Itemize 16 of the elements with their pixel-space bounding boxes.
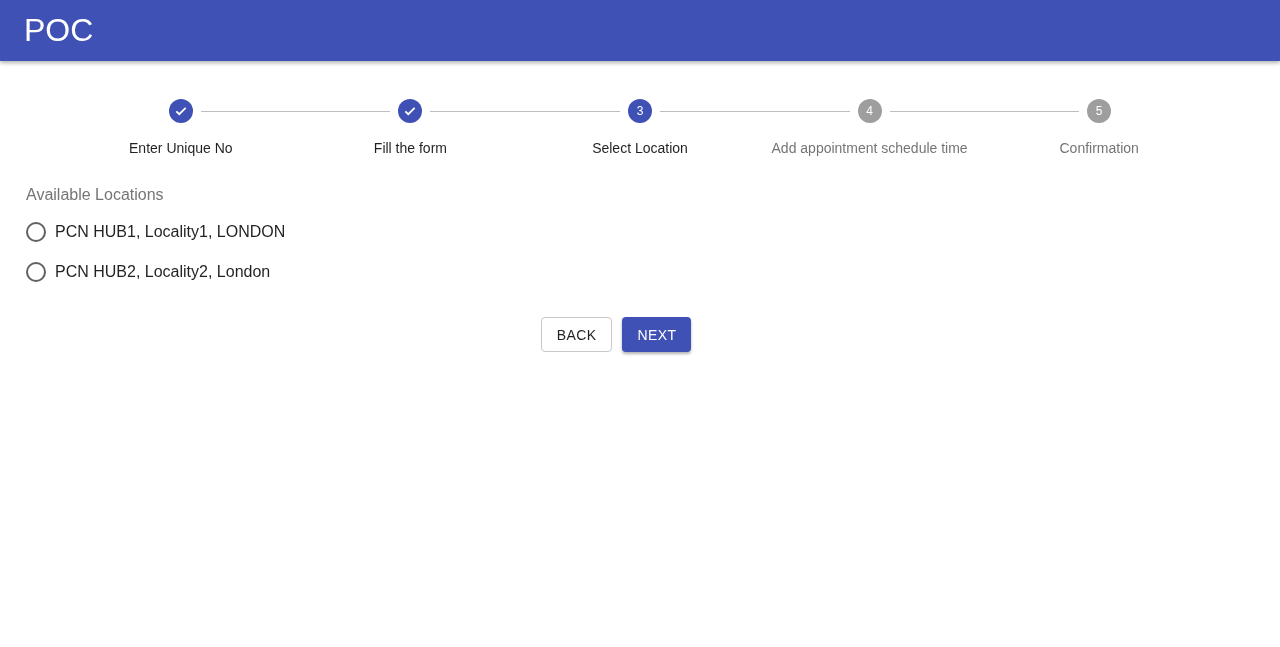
next-button[interactable]: NEXT xyxy=(622,317,692,352)
app-title: POC xyxy=(24,12,94,49)
radio-button[interactable] xyxy=(26,262,46,282)
step-label: Add appointment schedule time xyxy=(771,140,968,156)
step-label: Fill the form xyxy=(373,140,447,156)
locations-legend: Available Locations xyxy=(26,186,1206,204)
step-indicator: 3 xyxy=(628,99,652,123)
step-label: Select Location xyxy=(592,140,688,156)
step-label: Confirmation xyxy=(1059,140,1139,156)
back-button[interactable]: BACK xyxy=(540,317,613,352)
step-indicator: 5 xyxy=(1087,99,1112,123)
step-label: Enter Unique No xyxy=(129,140,233,156)
step-indicator: 4 xyxy=(857,99,882,123)
radio-button[interactable] xyxy=(26,222,46,242)
location-option-label[interactable]: PCN HUB2, Locality2, London xyxy=(55,263,271,281)
location-option-label[interactable]: PCN HUB1, Locality1, LONDON xyxy=(55,223,286,241)
